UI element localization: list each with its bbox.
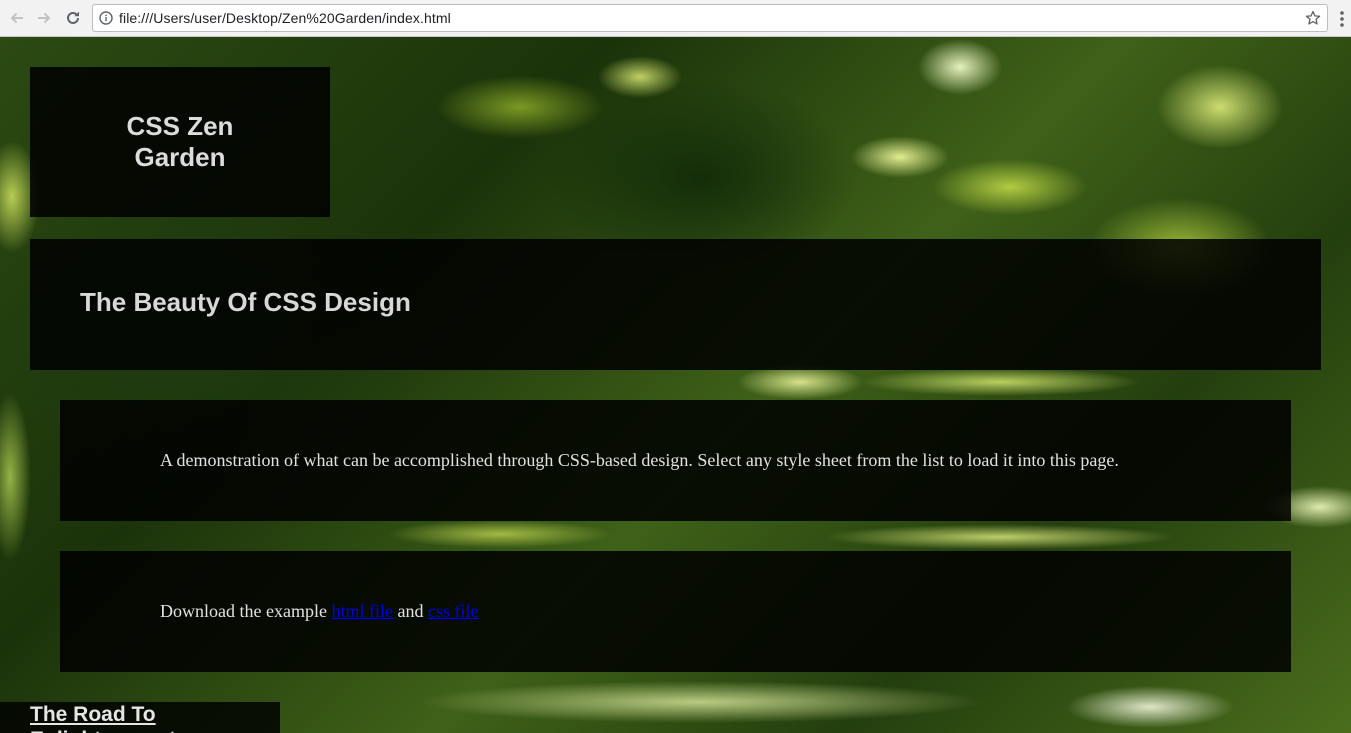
back-button[interactable]	[5, 6, 29, 30]
html-file-link[interactable]: html file	[331, 601, 393, 621]
road-panel: The Road To Enlightenment	[0, 702, 280, 733]
url-text[interactable]: file:///Users/user/Desktop/Zen%20Garden/…	[119, 10, 451, 26]
forward-button[interactable]	[32, 6, 56, 30]
browser-toolbar: file:///Users/user/Desktop/Zen%20Garden/…	[0, 0, 1351, 37]
star-icon[interactable]	[1305, 10, 1321, 26]
tagline-heading: The Beauty Of CSS Design	[80, 287, 411, 317]
download-prefix: Download the example	[160, 601, 332, 621]
back-arrow-icon	[10, 12, 23, 24]
forward-arrow-icon	[38, 12, 51, 24]
road-heading: The Road To Enlightenment	[30, 703, 176, 733]
site-title-panel: CSS Zen Garden	[30, 67, 330, 217]
address-bar[interactable]: file:///Users/user/Desktop/Zen%20Garden/…	[92, 4, 1328, 32]
site-title: CSS Zen Garden	[126, 111, 234, 172]
download-text: Download the example html file and css f…	[160, 601, 478, 622]
reload-button[interactable]	[61, 6, 85, 30]
page-viewport: CSS Zen Garden The Beauty Of CSS Design …	[0, 37, 1351, 733]
kebab-menu-icon[interactable]	[1337, 9, 1347, 29]
download-panel: Download the example html file and css f…	[60, 551, 1291, 672]
intro-panel: A demonstration of what can be accomplis…	[60, 400, 1291, 521]
tagline-panel: The Beauty Of CSS Design	[30, 239, 1321, 370]
info-icon[interactable]	[99, 11, 113, 25]
intro-text: A demonstration of what can be accomplis…	[160, 450, 1119, 470]
reload-icon	[67, 11, 79, 24]
css-file-link[interactable]: css file	[428, 601, 478, 621]
download-middle: and	[392, 601, 428, 621]
